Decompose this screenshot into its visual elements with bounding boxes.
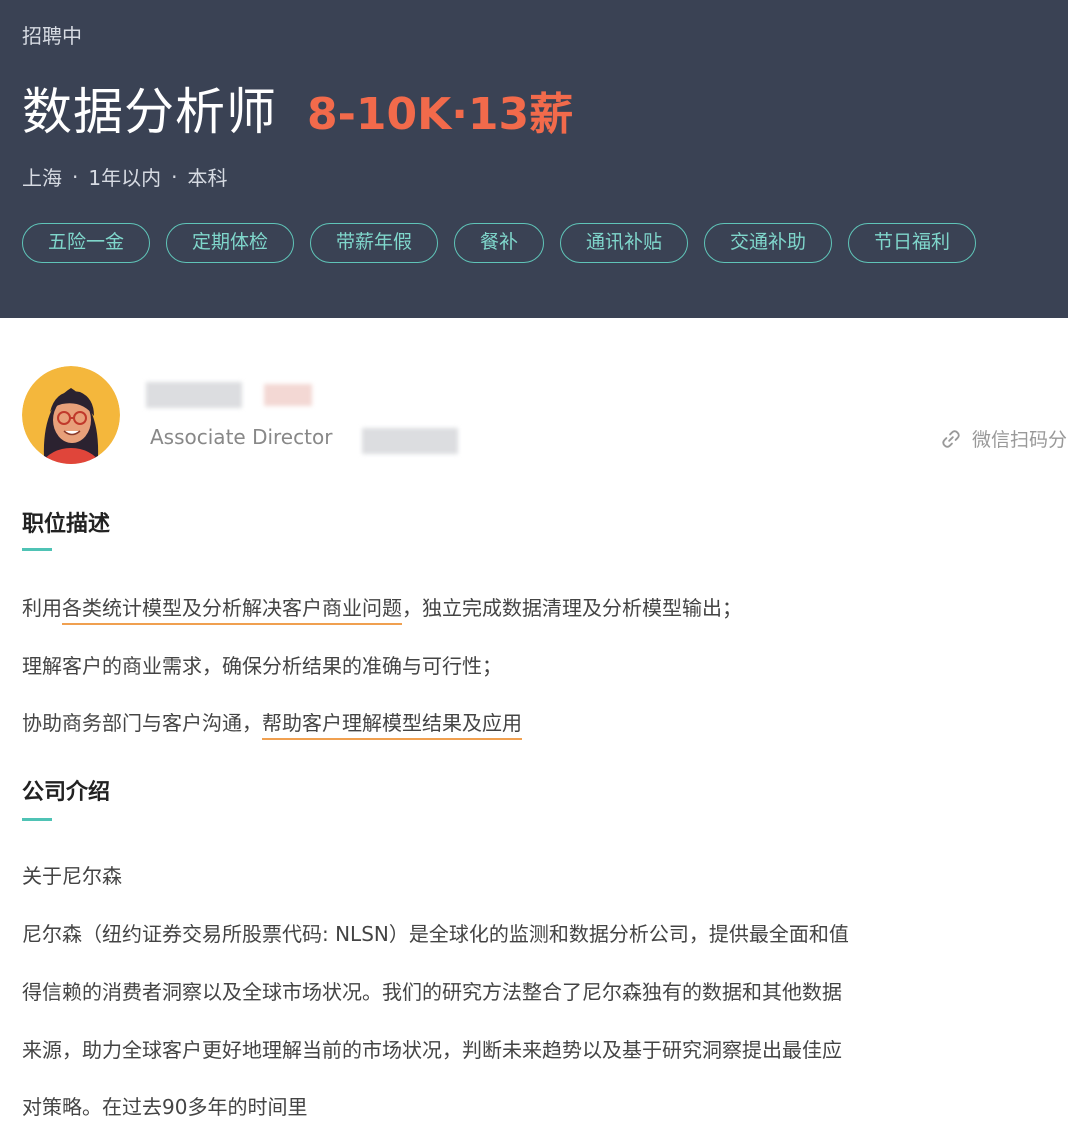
company-intro-line: 得信赖的消费者洞察以及全球市场状况。我们的研究方法整合了尼尔森独有的数据和其他数… (22, 980, 842, 1004)
redacted-name (146, 382, 242, 408)
company-intro-line: 来源，助力全球客户更好地理解当前的市场状况，判断未来趋势以及基于研究洞察提出最佳… (22, 1038, 842, 1062)
company-subtitle: 关于尼尔森 (22, 864, 122, 888)
recruiter-role: Associate Director (150, 425, 333, 449)
job-meta: 上海 · 1年以内 · 本科 (22, 162, 227, 191)
benefit-tags: 五险一金 定期体检 带薪年假 餐补 通讯补贴 交通补助 节日福利 (22, 223, 992, 263)
benefit-tag: 交通补助 (704, 223, 832, 263)
highlighted-text: 帮助客户理解模型结果及应用 (262, 711, 522, 740)
location: 上海 (22, 166, 62, 190)
experience: 1年以内 (88, 166, 162, 190)
benefit-tag: 带薪年假 (310, 223, 438, 263)
benefit-tag: 五险一金 (22, 223, 150, 263)
job-header: 招聘中 数据分析师 8-10K·13薪 上海 · 1年以内 · 本科 五险一金 … (0, 0, 1068, 318)
recruiter-avatar[interactable] (22, 366, 120, 464)
link-icon (942, 429, 960, 448)
education: 本科 (187, 166, 228, 190)
company-intro-line: 对策略。在过去90多年的时间里 (22, 1095, 308, 1119)
redacted-company (362, 428, 458, 454)
section-title-job-description: 职位描述 (22, 512, 111, 537)
company-intro-line: 尼尔森（纽约证券交易所股票代码: NLSN）是全球化的监测和数据分析公司，提供最… (22, 922, 849, 946)
benefit-tag: 通讯补贴 (560, 223, 688, 263)
wechat-share[interactable]: 微信扫码分 (940, 425, 1067, 452)
benefit-tag: 餐补 (454, 223, 544, 263)
section-accent (22, 818, 52, 821)
job-description-line: 理解客户的商业需求，确保分析结果的准确与可行性； (22, 654, 502, 678)
meta-separator: · (72, 164, 79, 189)
title-row: 数据分析师 8-10K·13薪 (22, 72, 573, 144)
section-accent (22, 548, 52, 551)
job-description-line: 协助商务部门与客户沟通，帮助客户理解模型结果及应用 (22, 707, 522, 740)
section-title-company: 公司介绍 (22, 780, 111, 805)
salary: 8-10K·13薪 (307, 89, 574, 140)
job-title: 数据分析师 (22, 83, 277, 141)
text-segment: 利用 (22, 596, 62, 620)
text-segment: 协助商务部门与客户沟通， (22, 711, 262, 735)
redacted-badge (264, 384, 312, 406)
highlighted-text: 各类统计模型及分析解决客户商业问题 (62, 596, 402, 625)
meta-separator: · (171, 164, 178, 189)
job-description-line: 利用各类统计模型及分析解决客户商业问题，独立完成数据清理及分析模型输出； (22, 592, 742, 625)
share-label: 微信扫码分 (972, 429, 1068, 451)
job-status: 招聘中 (22, 24, 82, 48)
avatar-illustration (22, 366, 120, 464)
benefit-tag: 定期体检 (166, 223, 294, 263)
text-segment: ，独立完成数据清理及分析模型输出； (402, 596, 742, 620)
benefit-tag: 节日福利 (848, 223, 976, 263)
